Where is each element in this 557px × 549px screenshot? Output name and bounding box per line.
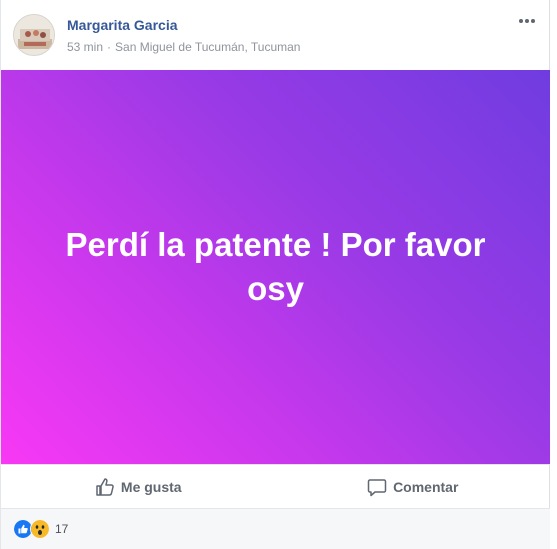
post-meta: 53 min · San Miguel de Tucumán, Tucuman	[67, 40, 300, 54]
comment-button[interactable]: Comentar	[276, 465, 551, 508]
post-header: Margarita Garcia 53 min · San Miguel de Tu…	[1, 0, 549, 70]
reactions-bar: 17	[1, 508, 550, 549]
reaction-icons[interactable]	[13, 519, 50, 539]
avatar[interactable]	[13, 14, 55, 56]
meta-separator: ·	[107, 40, 112, 54]
more-options-icon[interactable]	[517, 14, 537, 28]
post-banner: Perdí la patente ! Por favor osy	[1, 70, 550, 464]
comment-icon	[367, 477, 387, 497]
like-label: Me gusta	[120, 478, 182, 495]
post-text: Perdí la patente ! Por favor osy	[65, 226, 486, 307]
comment-label: Comentar	[393, 478, 459, 495]
wow-icon	[30, 519, 50, 539]
post-time[interactable]: 53 min	[67, 40, 103, 54]
like-button[interactable]: Me gusta	[1, 465, 276, 508]
thumbs-up-icon	[95, 477, 115, 497]
author-name[interactable]: Margarita Garcia	[67, 17, 178, 33]
post-card: Margarita Garcia 53 min · San Miguel de Tu…	[0, 0, 550, 549]
action-bar: Me gusta Comentar	[1, 464, 550, 508]
post-location[interactable]: San Miguel de Tucumán, Tucuman	[115, 40, 300, 54]
reaction-count[interactable]: 17	[55, 522, 68, 536]
